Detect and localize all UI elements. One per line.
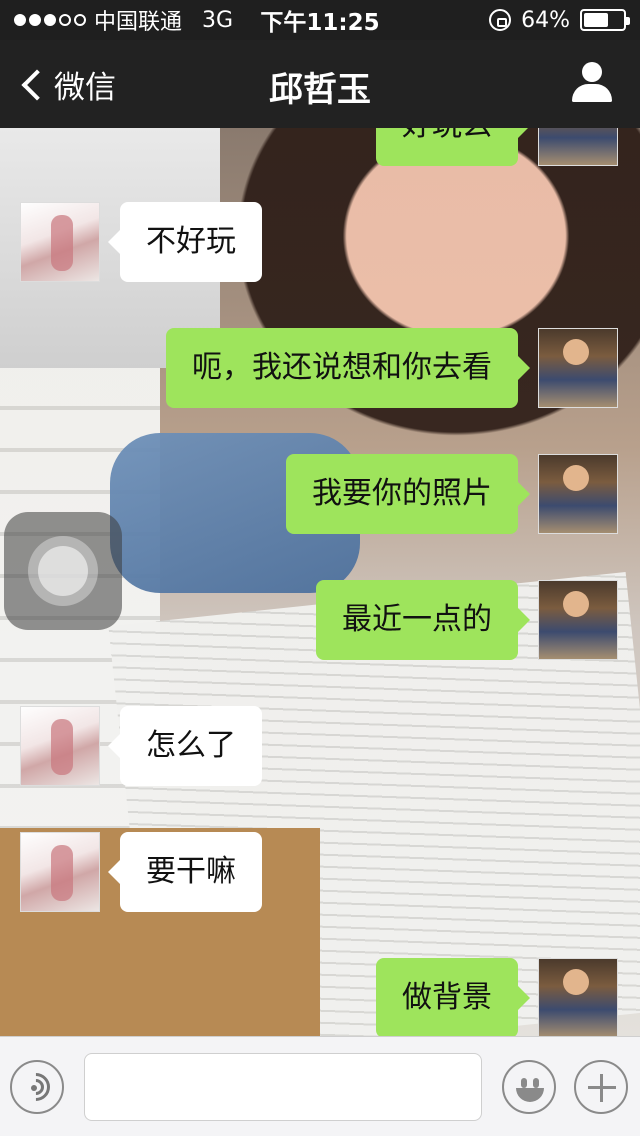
battery-icon xyxy=(580,9,630,31)
network-type: 3G xyxy=(202,7,234,33)
signal-strength-icon xyxy=(14,14,86,26)
avatar-contact[interactable] xyxy=(20,202,100,282)
avatar-contact[interactable] xyxy=(20,706,100,786)
message-bubble-own[interactable]: 我要你的照片 xyxy=(286,454,530,534)
avatar-self[interactable] xyxy=(538,454,618,534)
emoji-icon xyxy=(521,1078,527,1088)
voice-input-button[interactable] xyxy=(10,1060,64,1114)
message-input[interactable] xyxy=(84,1053,482,1121)
message-bubble-contact[interactable]: 不好玩 xyxy=(108,202,262,282)
avatar-self[interactable] xyxy=(538,580,618,660)
chat-title: 邱哲玉 xyxy=(269,70,371,110)
message-bubble-contact[interactable]: 怎么了 xyxy=(108,706,262,786)
more-options-button[interactable] xyxy=(574,1060,628,1114)
input-bar xyxy=(0,1036,640,1136)
carrier-name: 中国联通 xyxy=(94,10,183,35)
avatar-self[interactable] xyxy=(538,128,618,166)
message-bubble-own[interactable]: 做背景 xyxy=(376,958,530,1036)
status-time: 下午11:25 xyxy=(260,10,380,36)
avatar-self[interactable] xyxy=(538,328,618,408)
profile-icon xyxy=(582,62,602,82)
nav-bar: 微信 邱哲玉 xyxy=(0,40,640,128)
message-bubble-contact[interactable]: 要干嘛 xyxy=(108,832,262,912)
avatar-self[interactable] xyxy=(538,958,618,1036)
status-bar: 中国联通 3G 下午11:25 64% xyxy=(0,0,640,40)
battery-fill xyxy=(584,13,609,27)
battery-percent: 64% xyxy=(521,7,570,33)
message-bubble-own[interactable]: 好玩么 xyxy=(376,128,530,166)
emoji-button[interactable] xyxy=(502,1060,556,1114)
message-bubble-own[interactable]: 最近一点的 xyxy=(316,580,530,660)
message-bubble-own[interactable]: 呃，我还说想和你去看 xyxy=(166,328,530,408)
profile-button[interactable] xyxy=(572,62,612,104)
avatar-contact[interactable] xyxy=(20,832,100,912)
lock-rotation-icon xyxy=(489,9,512,31)
assistive-touch-button[interactable] xyxy=(4,512,122,630)
